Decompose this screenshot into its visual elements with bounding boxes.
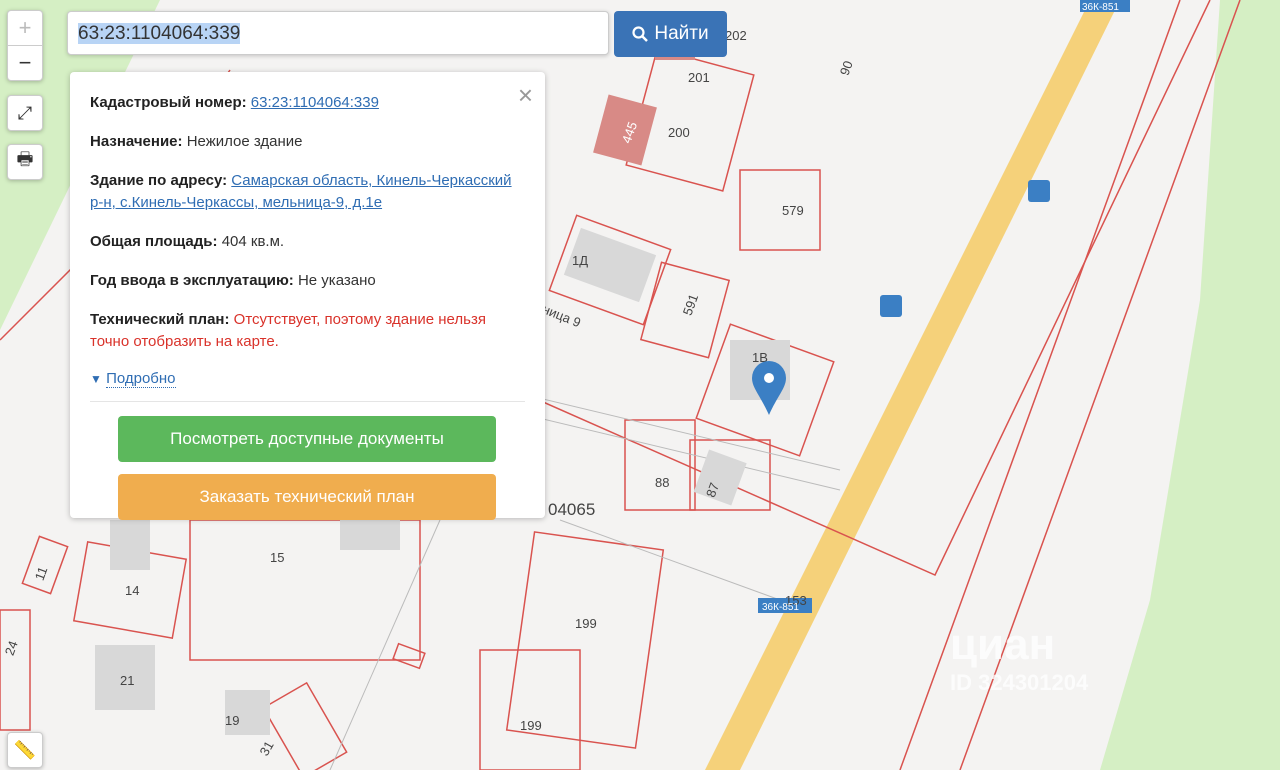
cadastral-label: Кадастровый номер:	[90, 94, 247, 111]
map-label: 591	[680, 292, 702, 318]
cadastral-link[interactable]: 63:23:1104064:339	[251, 94, 379, 111]
purpose-value: Нежилое здание	[186, 133, 303, 150]
divider	[90, 401, 525, 402]
map-label: 11	[32, 565, 51, 583]
caret-down-icon: ▼	[90, 372, 102, 386]
details-label: Подробно	[106, 370, 176, 388]
road-label: 36К-851	[1082, 2, 1119, 13]
print-button[interactable]: 🖶	[7, 144, 43, 180]
map-label: 31	[256, 738, 276, 758]
expand-icon: ⤢	[17, 102, 33, 123]
zoom-control: + −	[7, 10, 43, 81]
location-marker-icon[interactable]	[752, 361, 786, 415]
map-label: 199	[575, 616, 597, 631]
order-plan-button[interactable]: Заказать технический план	[118, 474, 496, 520]
info-popup: × Кадастровый номер: 63:23:1104064:339 Н…	[70, 72, 545, 520]
map-label: 24	[2, 639, 21, 658]
year-value: Не указано	[297, 272, 376, 289]
map-label: 1Д	[572, 253, 588, 268]
watermark: циан ID 324301204	[950, 620, 1089, 695]
map-label: 04065	[548, 500, 595, 519]
print-icon: 🖶	[16, 149, 34, 169]
map-label: ница 9	[540, 301, 583, 330]
plan-label: Технический план:	[90, 311, 230, 328]
address-label: Здание по адресу:	[90, 172, 228, 189]
map-label: 579	[782, 203, 804, 218]
zoom-out-button[interactable]: −	[8, 46, 42, 80]
purpose-label: Назначение:	[90, 133, 183, 150]
area-value: 404 кв.м.	[221, 233, 285, 250]
road-label: 36К-851	[762, 602, 799, 613]
fullscreen-button[interactable]: ⤢	[7, 95, 43, 131]
ruler-button[interactable]: 📏	[7, 732, 43, 768]
search-icon	[632, 26, 649, 42]
close-icon[interactable]: ×	[518, 80, 533, 111]
map-label: 19	[225, 713, 239, 728]
map-label: 21	[120, 673, 134, 688]
zoom-in-button[interactable]: +	[8, 11, 42, 46]
search-input[interactable]: 63:23:1104064:339	[67, 11, 609, 55]
search-button-label: Найти	[654, 23, 709, 44]
details-toggle[interactable]: ▼ Подробно	[90, 370, 525, 388]
year-label: Год ввода в эксплуатацию:	[90, 272, 294, 289]
search-button[interactable]: Найти	[614, 11, 727, 57]
area-label: Общая площадь:	[90, 233, 218, 250]
map-label: 201	[688, 70, 710, 85]
view-documents-button[interactable]: Посмотреть доступные документы	[118, 416, 496, 462]
map-label: 15	[270, 550, 284, 565]
map-label: 202	[725, 28, 747, 43]
map-label: 14	[125, 583, 139, 598]
map-label: 200	[668, 125, 690, 140]
ruler-icon: 📏	[13, 739, 37, 760]
map-label: 88	[655, 475, 669, 490]
map-label: 90	[837, 59, 856, 78]
map-label: 199	[520, 718, 542, 733]
